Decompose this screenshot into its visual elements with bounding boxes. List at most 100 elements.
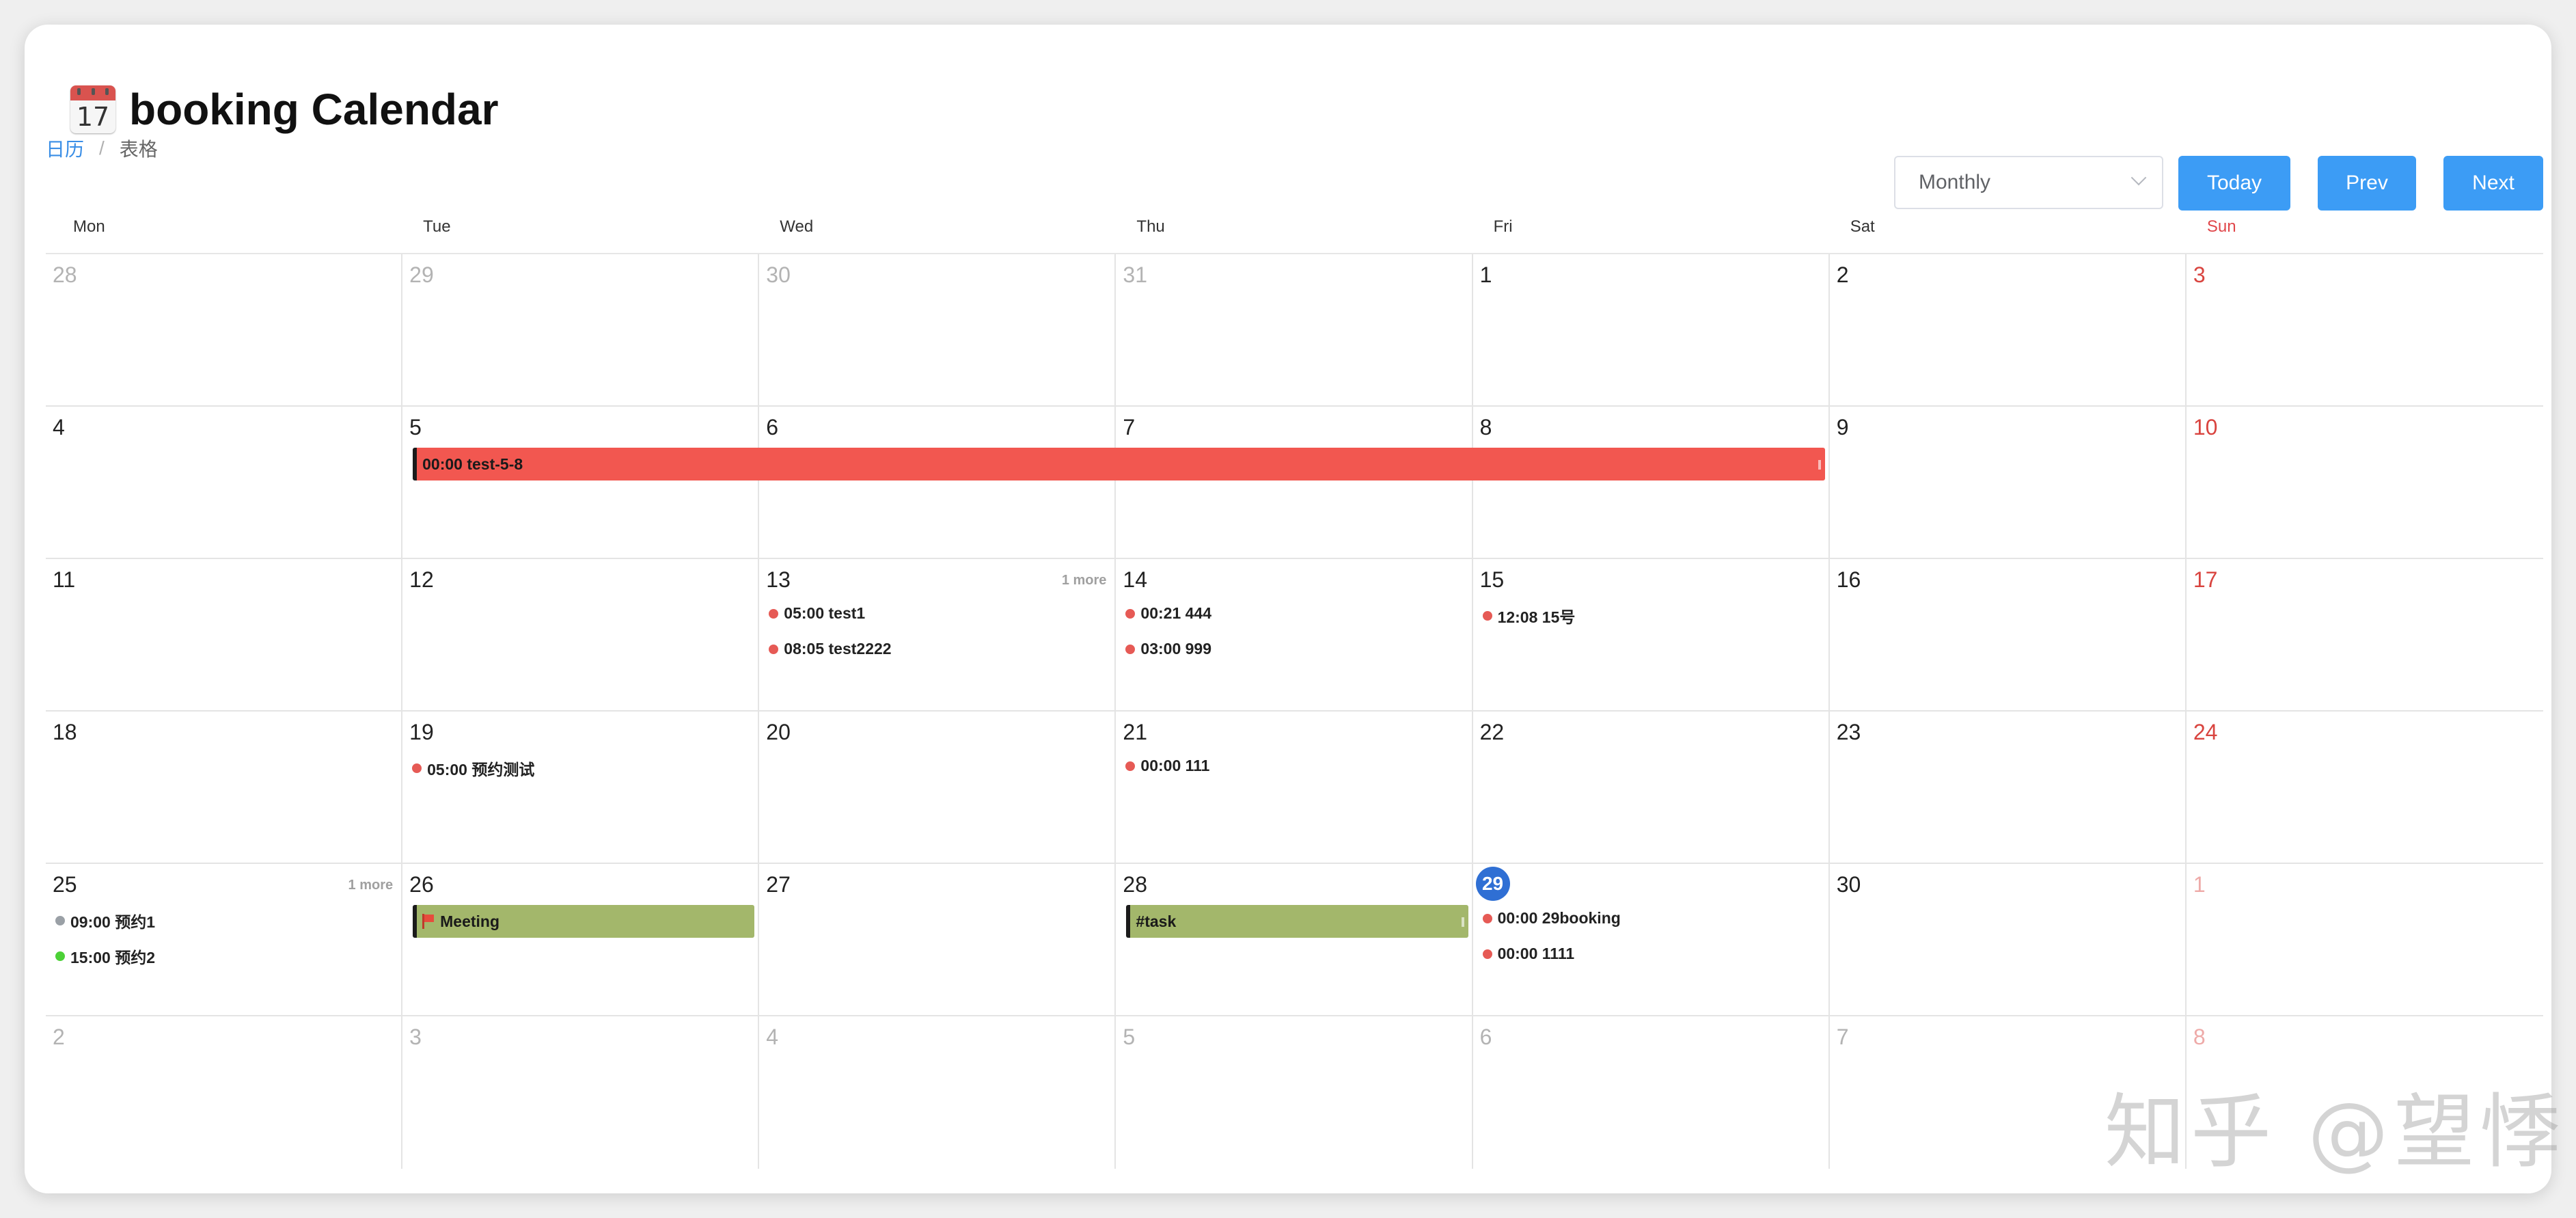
page-title: 17 booking Calendar [70,75,499,144]
day-number: 5 [1123,1025,1136,1049]
day-cell[interactable]: 1 [1472,254,1830,407]
day-cell[interactable]: 16 [1829,559,2187,712]
event-bar[interactable]: #task [1126,905,1468,938]
event-label: 05:00 test1 [784,604,866,622]
day-number: 27 [766,872,791,897]
day-number: 9 [1836,415,1849,439]
event-dot-icon [1125,761,1136,771]
event-item[interactable]: 09:00 预约1 [55,909,155,932]
day-cell[interactable]: 22 [1472,712,1830,864]
day-cell[interactable]: 29 [1472,864,1830,1016]
flag-icon [422,914,435,929]
day-number: 28 [53,262,77,287]
event-item[interactable]: 03:00 999 [1125,640,1211,658]
day-cell[interactable]: 1 [2186,864,2543,1016]
day-cell[interactable]: 20 [759,712,1116,864]
today-badge: 29 [1475,867,1510,901]
day-cell[interactable]: 11 [46,559,403,712]
day-cell[interactable]: 14 [1116,559,1473,712]
day-cell[interactable]: 19 [402,712,760,864]
day-cell[interactable]: 5 [402,407,760,559]
day-cell[interactable]: 28 [46,254,403,407]
day-number: 21 [1123,720,1148,744]
event-item[interactable]: 15:00 预约2 [55,945,155,968]
event-label: 00:00 test-5-8 [422,455,523,473]
day-cell[interactable]: 26 [402,864,760,1016]
event-label: #task [1136,912,1177,930]
event-dot-icon [1482,949,1492,959]
event-label: 08:05 test2222 [784,640,892,658]
day-cell[interactable]: 23 [1829,712,2187,864]
day-cell[interactable]: 30 [759,254,1116,407]
day-number: 4 [53,415,65,439]
day-cell[interactable]: 27 [759,864,1116,1016]
event-item[interactable]: 12:08 15号 [1482,604,1575,627]
day-cell[interactable]: 3 [402,1016,760,1169]
day-cell[interactable]: 25 1 more [46,864,403,1016]
calendar-icon: 17 [70,85,115,133]
event-item[interactable]: 00:21 444 [1125,604,1211,623]
event-item[interactable]: 00:00 29booking [1482,909,1621,928]
calendar-icon-number: 17 [76,102,110,132]
event-item[interactable]: 08:05 test2222 [769,640,892,658]
next-button[interactable]: Next [2443,156,2543,211]
day-cell[interactable]: 2 [1829,254,2187,407]
day-number: 14 [1123,567,1148,592]
day-number: 15 [1479,567,1505,592]
day-number: 19 [409,720,434,744]
day-cell[interactable]: 3 [2186,254,2543,407]
chevron-down-icon [2130,170,2147,186]
event-dot-icon [769,608,779,619]
day-cell[interactable]: 30 [1829,864,2187,1016]
day-cell[interactable]: 17 [2186,559,2543,712]
view-select[interactable]: Monthly [1894,156,2163,209]
event-label: 00:00 29booking [1497,909,1621,927]
day-number: 26 [409,872,434,897]
today-button[interactable]: Today [2178,156,2290,211]
more-events-link[interactable]: 1 more [348,878,394,893]
day-number: 6 [1479,1025,1492,1049]
event-bar[interactable]: 00:00 test-5-8 [413,448,1825,481]
resize-handle[interactable] [1461,917,1464,927]
day-cell[interactable]: 15 [1472,559,1830,712]
day-cell[interactable]: 10 [2186,407,2543,559]
day-cell[interactable]: 7 [1116,407,1473,559]
day-number: 13 [766,567,791,592]
day-cell[interactable]: 18 [46,712,403,864]
day-cell[interactable]: 31 [1116,254,1473,407]
resize-handle[interactable] [1818,460,1821,470]
day-cell[interactable]: 6 [759,407,1116,559]
day-cell[interactable]: 5 [1116,1016,1473,1169]
event-item[interactable]: 05:00 预约测试 [412,757,534,780]
day-cell[interactable]: 2 [46,1016,403,1169]
day-cell[interactable]: 6 [1473,1016,1830,1169]
day-cell[interactable]: 28 [1116,864,1473,1016]
day-number: 8 [2193,1025,2206,1049]
day-cell[interactable]: 13 1 more [759,559,1116,712]
breadcrumb-link-calendar[interactable]: 日历 [46,135,84,162]
event-item[interactable]: 00:00 1111 [1482,945,1574,963]
weekday-sat: Sat [1850,217,1875,236]
day-cell[interactable]: 12 [402,559,760,712]
day-cell[interactable]: 24 [2186,712,2543,864]
event-item[interactable]: 05:00 test1 [769,604,865,623]
day-cell[interactable]: 8 [1472,407,1830,559]
day-number: 28 [1123,872,1148,897]
watermark: 知乎 @望悸 [2105,1085,2566,1179]
day-number: 30 [766,262,791,287]
weekday-tue: Tue [423,217,451,236]
event-label: Meeting [440,912,500,930]
day-cell[interactable]: 4 [759,1016,1116,1169]
day-cell[interactable]: 21 [1116,712,1473,864]
prev-button[interactable]: Prev [2318,156,2416,211]
day-cell[interactable]: 29 [402,254,760,407]
day-number: 2 [53,1025,65,1049]
event-item[interactable]: 00:00 111 [1125,757,1209,775]
day-cell[interactable]: 4 [46,407,403,559]
more-events-link[interactable]: 1 more [1062,573,1107,588]
day-number: 2 [1836,262,1849,287]
weekday-wed: Wed [780,217,814,236]
event-bar[interactable]: Meeting [413,905,755,938]
weekday-sun: Sun [2206,217,2236,236]
day-cell[interactable]: 9 [1829,407,2187,559]
